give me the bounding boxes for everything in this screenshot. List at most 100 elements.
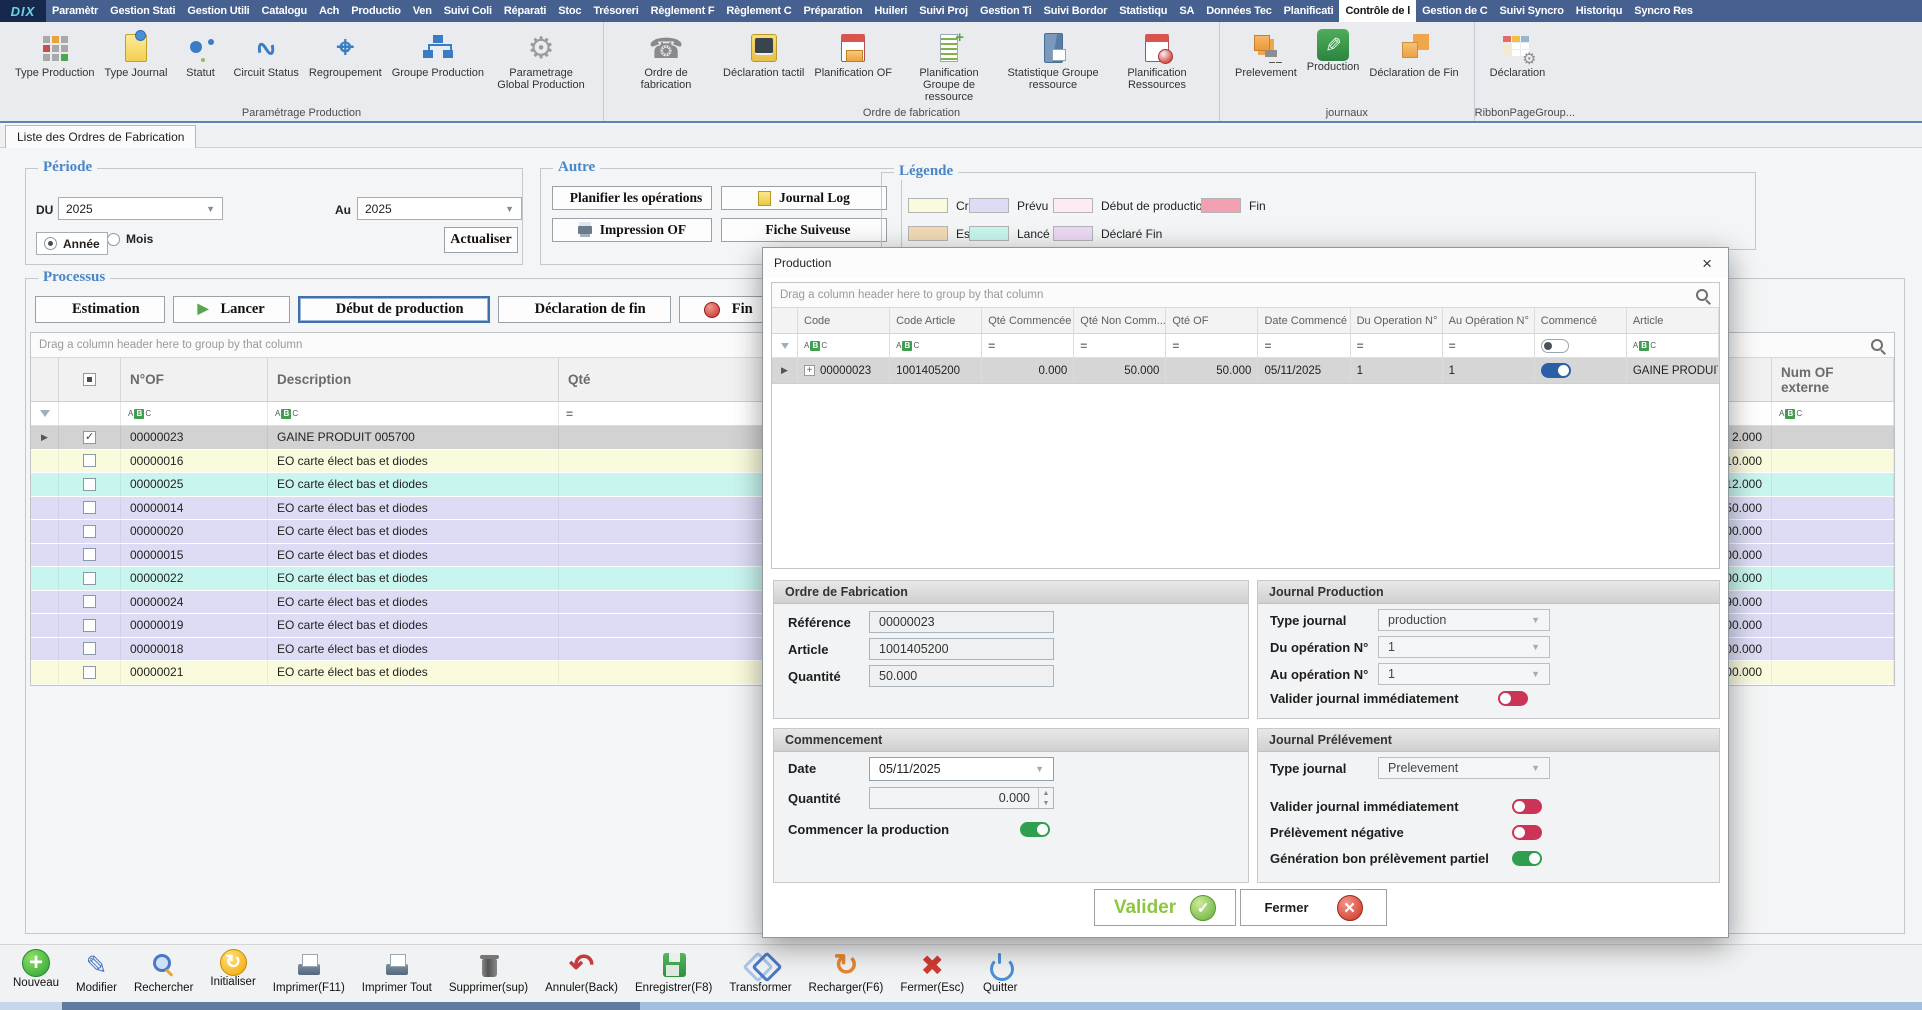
- row-select-cell[interactable]: [59, 450, 121, 473]
- menu-item[interactable]: Suivi Syncro: [1494, 0, 1570, 22]
- ribbon-item[interactable]: Déclaration tactil: [718, 29, 809, 79]
- toggle-filter-icon[interactable]: [1541, 339, 1569, 353]
- dialog-column-header[interactable]: Du Operation N°: [1351, 308, 1443, 333]
- filter-cell[interactable]: =: [1351, 334, 1443, 357]
- cell-num-of-externe[interactable]: [1772, 591, 1894, 614]
- row-checkbox[interactable]: [83, 666, 96, 679]
- row-checkbox[interactable]: [83, 525, 96, 538]
- autre-button[interactable]: Impression OF: [552, 218, 712, 242]
- spinner-buttons[interactable]: ▲▼: [1038, 788, 1053, 808]
- search-icon[interactable]: [1694, 287, 1711, 304]
- cell-num-of-externe[interactable]: [1772, 614, 1894, 637]
- toolbar-button[interactable]: Enregistrer(F8): [628, 948, 719, 995]
- period-radio[interactable]: Année: [36, 232, 108, 255]
- dialog-column-header[interactable]: Qté Non Comm...: [1074, 308, 1166, 333]
- toolbar-button[interactable]: Modifier: [69, 948, 124, 995]
- dialog-column-header[interactable]: Qté OF: [1166, 308, 1258, 333]
- toolbar-button[interactable]: Imprimer Tout: [355, 948, 439, 995]
- filter-cell[interactable]: [1627, 334, 1719, 357]
- filter-cell[interactable]: [772, 334, 798, 357]
- cell-nof[interactable]: 00000024: [121, 591, 268, 614]
- row-select-cell[interactable]: [59, 544, 121, 567]
- cell-num-of-externe[interactable]: [1772, 638, 1894, 661]
- cell-du-operation[interactable]: 1: [1351, 358, 1443, 383]
- ribbon-item[interactable]: Statistique Groupe ressource: [1001, 29, 1105, 91]
- ribbon-item[interactable]: Regroupement: [304, 29, 387, 79]
- fermer-button[interactable]: Fermer ✕: [1240, 889, 1387, 926]
- cell-description[interactable]: EO carte élect bas et diodes: [268, 591, 559, 614]
- toolbar-button[interactable]: Annuler(Back): [538, 948, 625, 995]
- menu-item[interactable]: Huileri: [868, 0, 913, 22]
- autre-button[interactable]: Fiche Suiveuse: [721, 218, 887, 242]
- article-field[interactable]: 1001405200: [869, 638, 1054, 660]
- option-toggle[interactable]: [1512, 799, 1542, 814]
- ribbon-item[interactable]: Statut: [172, 29, 228, 79]
- toolbar-button[interactable]: Transformer: [722, 948, 798, 995]
- processus-button[interactable]: Déclaration de fin: [498, 296, 671, 323]
- cell-qte-of[interactable]: 50.000: [1166, 358, 1258, 383]
- processus-button[interactable]: Estimation: [35, 296, 165, 323]
- cell-description[interactable]: EO carte élect bas et diodes: [268, 450, 559, 473]
- menu-item[interactable]: Paramètr: [46, 0, 104, 22]
- dialog-column-header[interactable]: Article: [1627, 308, 1719, 333]
- toolbar-button[interactable]: Fermer(Esc): [893, 948, 971, 995]
- filter-cell[interactable]: [890, 334, 982, 357]
- filter-cell[interactable]: =: [982, 334, 1074, 357]
- cell-description[interactable]: EO carte élect bas et diodes: [268, 473, 559, 496]
- row-checkbox[interactable]: [83, 619, 96, 632]
- column-header-nof[interactable]: N°OF: [121, 358, 268, 401]
- date-combo[interactable]: 05/11/2025 ▼: [869, 757, 1054, 781]
- cell-description[interactable]: EO carte élect bas et diodes: [268, 497, 559, 520]
- select-all-checkbox[interactable]: [59, 358, 121, 401]
- row-select-cell[interactable]: [59, 497, 121, 520]
- menu-item[interactable]: Suivi Bordor: [1038, 0, 1114, 22]
- row-checkbox[interactable]: [83, 548, 96, 561]
- menu-item[interactable]: Ven: [407, 0, 438, 22]
- menu-item[interactable]: Catalogu: [256, 0, 313, 22]
- row-checkbox[interactable]: [83, 501, 96, 514]
- menu-item[interactable]: Syncro Res: [1628, 0, 1699, 22]
- cell-nof[interactable]: 00000025: [121, 473, 268, 496]
- menu-item[interactable]: Planificati: [1278, 0, 1340, 22]
- row-select-cell[interactable]: [59, 614, 121, 637]
- ribbon-item[interactable]: Parametrage Global Production: [489, 29, 593, 91]
- menu-item[interactable]: SA: [1173, 0, 1200, 22]
- cell-description[interactable]: EO carte élect bas et diodes: [268, 520, 559, 543]
- ribbon-item[interactable]: Planification OF: [809, 29, 897, 79]
- valider-button[interactable]: Valider ✓: [1094, 889, 1236, 926]
- filter-cell[interactable]: [31, 402, 59, 425]
- cell-date-commence[interactable]: 05/11/2025: [1258, 358, 1350, 383]
- cell-qte-non-comm[interactable]: 50.000: [1074, 358, 1166, 383]
- cell-num-of-externe[interactable]: [1772, 661, 1894, 684]
- cell-code-article[interactable]: 1001405200: [890, 358, 982, 383]
- toolbar-button[interactable]: Recharger(F6): [802, 948, 891, 995]
- dialog-column-header[interactable]: Code: [798, 308, 890, 333]
- row-select-cell[interactable]: [59, 473, 121, 496]
- quantite-field[interactable]: 50.000: [869, 665, 1054, 687]
- menu-item[interactable]: Productio: [345, 0, 407, 22]
- cell-description[interactable]: EO carte élect bas et diodes: [268, 638, 559, 661]
- filter-cell[interactable]: [59, 402, 121, 425]
- cell-num-of-externe[interactable]: [1772, 497, 1894, 520]
- processus-button[interactable]: Lancer: [173, 296, 290, 323]
- type-journal-prelevement-combo[interactable]: Prelevement ▼: [1378, 757, 1550, 779]
- menu-item[interactable]: Historiqu: [1570, 0, 1628, 22]
- filter-cell[interactable]: =: [1166, 334, 1258, 357]
- menu-item[interactable]: Stoc: [552, 0, 587, 22]
- ribbon-item[interactable]: Groupe Production: [387, 29, 489, 79]
- menu-item[interactable]: Gestion de C: [1416, 0, 1493, 22]
- autre-button[interactable]: Journal Log: [721, 186, 887, 210]
- cell-article[interactable]: GAINE PRODUIT...: [1627, 358, 1719, 383]
- cell-nof[interactable]: 00000021: [121, 661, 268, 684]
- cell-nof[interactable]: 00000022: [121, 567, 268, 590]
- cell-nof[interactable]: 00000015: [121, 544, 268, 567]
- spin-down-icon[interactable]: ▼: [1039, 798, 1053, 808]
- cell-nof[interactable]: 00000016: [121, 450, 268, 473]
- expand-icon[interactable]: +: [804, 365, 815, 376]
- ribbon-item[interactable]: Déclaration: [1485, 29, 1551, 79]
- ribbon-item[interactable]: Circuit Status: [228, 29, 303, 79]
- row-select-cell[interactable]: [59, 567, 121, 590]
- du-operation-combo[interactable]: 1 ▼: [1378, 636, 1550, 658]
- du-select[interactable]: 2025 ▼: [58, 197, 223, 220]
- type-journal-combo[interactable]: production ▼: [1378, 609, 1550, 631]
